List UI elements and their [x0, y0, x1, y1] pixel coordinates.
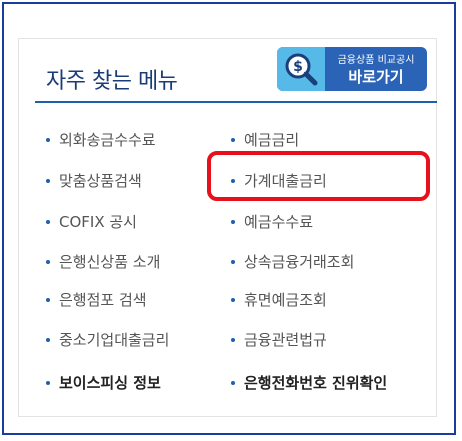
menu-item-branch-search[interactable]: 은행점포 검색	[46, 288, 147, 312]
product-comparison-banner[interactable]: $ 금융상품 비교공시 바로가기	[277, 47, 427, 91]
bullet-dot	[46, 259, 50, 264]
banner-subtitle: 금융상품 비교공시	[337, 55, 415, 66]
bullet-dot	[46, 380, 50, 385]
bullet-dot	[46, 178, 50, 183]
menu-item-cofix[interactable]: COFIX 공시	[46, 210, 137, 234]
bullet-dot	[231, 297, 235, 302]
bullet-dot	[46, 137, 50, 142]
bullet-dot	[231, 380, 235, 385]
menu-item-deposit-rate[interactable]: 예금금리	[231, 128, 299, 152]
menu-item-bank-phone-verify[interactable]: 은행전화번호 진위확인	[231, 371, 387, 395]
menu-item-financial-laws[interactable]: 금융관련법규	[231, 328, 327, 352]
banner-go-label: 바로가기	[348, 68, 404, 86]
bullet-dot	[231, 219, 235, 224]
bullet-dot	[231, 259, 235, 264]
menu-item-dormant-deposit[interactable]: 휴면예금조회	[231, 288, 327, 312]
bullet-dot	[46, 297, 50, 302]
menu-item-remittance-fee[interactable]: 외화송금수수료	[46, 128, 156, 152]
bullet-dot	[46, 337, 50, 342]
bullet-dot	[46, 219, 50, 224]
menu-item-custom-product-search[interactable]: 맞춤상품검색	[46, 169, 142, 193]
bullet-dot	[231, 137, 235, 142]
highlight-box	[207, 151, 430, 201]
menu-item-inheritance-inquiry[interactable]: 상속금융거래조회	[231, 250, 354, 274]
menu-item-new-products[interactable]: 은행신상품 소개	[46, 250, 160, 274]
dollar-magnifier-icon: $	[277, 47, 325, 91]
menu-item-sme-loan-rate[interactable]: 중소기업대출금리	[46, 328, 169, 352]
bullet-dot	[231, 337, 235, 342]
svg-text:$: $	[293, 59, 303, 75]
title-divider	[35, 101, 437, 103]
section-title: 자주 찾는 메뉴	[46, 69, 178, 94]
menu-item-deposit-fee[interactable]: 예금수수료	[231, 210, 313, 234]
menu-item-voice-phishing[interactable]: 보이스피싱 정보	[46, 371, 161, 395]
